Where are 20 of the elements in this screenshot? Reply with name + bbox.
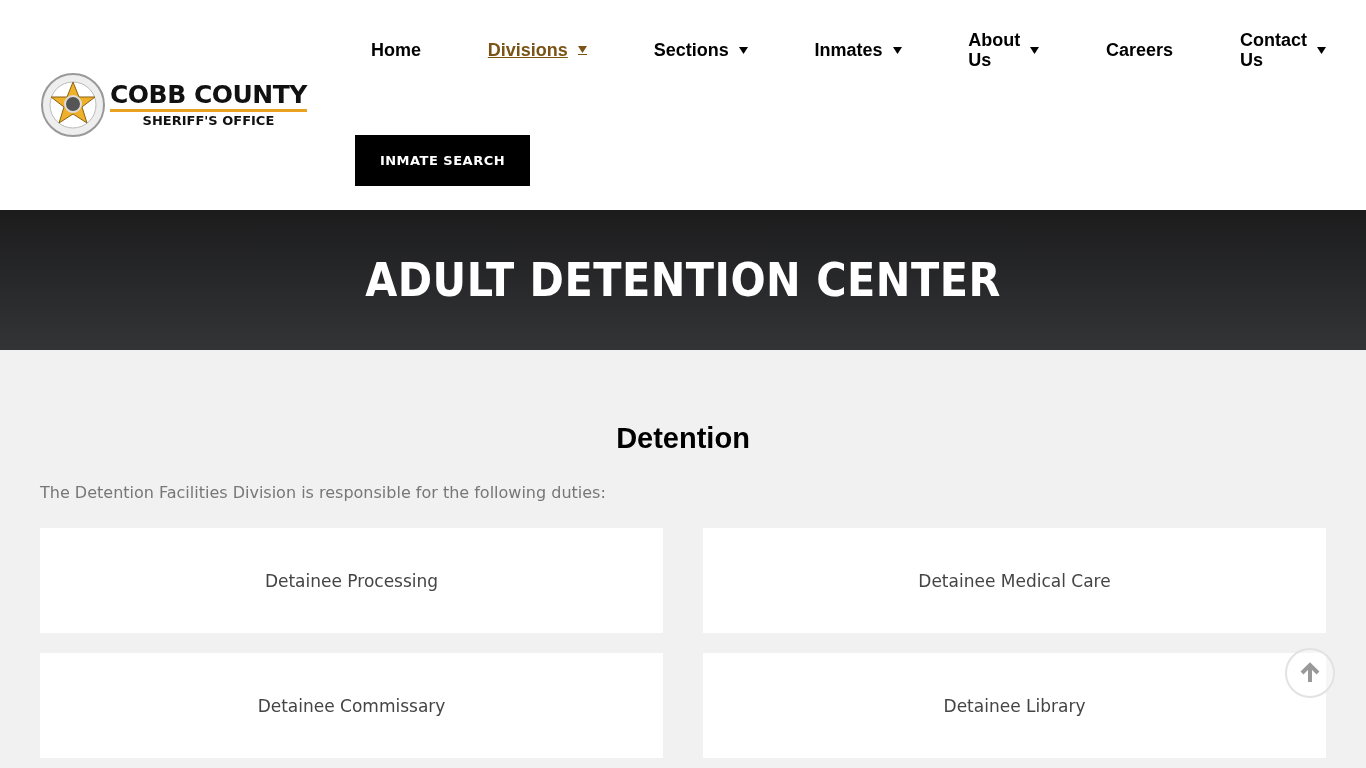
nav-link[interactable]: Divisions (487, 40, 587, 60)
logo-subtitle: SHERIFF'S OFFICE (142, 113, 275, 128)
intro-text: The Detention Facilities Division is responsible for the following duties: (40, 483, 607, 502)
duty-card[interactable]: Detainee Library (703, 653, 1326, 758)
arrow-up-icon (1299, 662, 1321, 684)
nav-link[interactable]: Home (371, 40, 421, 60)
duty-card[interactable]: Detainee Commissary (40, 653, 663, 758)
duty-card[interactable]: Detainee Medical Care (703, 528, 1326, 633)
nav-link[interactable]: Contact Us (1239, 30, 1326, 70)
section-heading: Detention (615, 422, 751, 455)
nav-link[interactable]: Careers (1106, 40, 1174, 60)
inmate-search-button[interactable]: INMATE SEARCH (355, 135, 530, 186)
scroll-to-top-button[interactable] (1285, 648, 1335, 698)
page-title: ADULT DETENTION CENTER (365, 253, 1001, 307)
badge-logo-icon (40, 72, 106, 138)
nav-link[interactable]: About Us (968, 30, 1040, 70)
logo-title: COBB COUNTY (110, 82, 307, 112)
duty-card[interactable]: Detainee Processing (40, 528, 663, 633)
nav-link[interactable]: Inmates (814, 40, 902, 60)
nav-link[interactable]: Sections (653, 40, 748, 60)
